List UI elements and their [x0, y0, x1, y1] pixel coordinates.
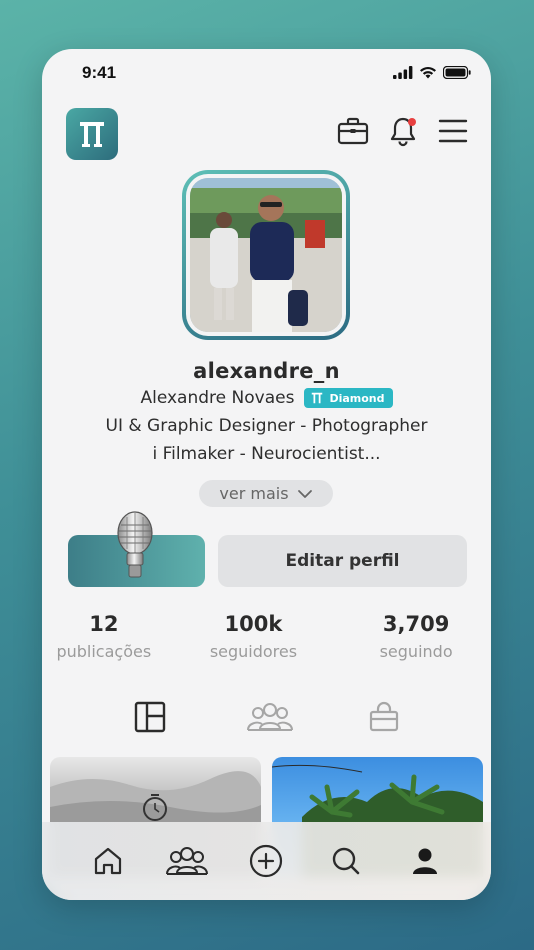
tab-posts[interactable]	[130, 697, 170, 737]
profile-icon	[413, 848, 438, 874]
microphone-icon	[117, 511, 153, 578]
stat-value: 3,709	[382, 612, 450, 636]
status-bar: 9:41	[42, 49, 491, 99]
stat-label: seguindo	[379, 642, 453, 661]
briefcase-button[interactable]	[337, 115, 369, 147]
header-actions	[337, 115, 469, 147]
status-icons	[393, 66, 471, 79]
bottom-navigation	[42, 822, 491, 900]
group-icon	[247, 703, 293, 731]
profile-username: alexandre_n	[193, 359, 340, 383]
stat-value: 100k	[224, 612, 283, 636]
stat-posts[interactable]: 12 publicações	[42, 612, 179, 661]
stat-followers[interactable]: 100k seguidores	[179, 612, 329, 661]
profile-stats: 12 publicações 100k seguidores 3,709 seg…	[42, 612, 491, 661]
app-logo[interactable]	[66, 108, 118, 160]
stat-label: seguidores	[209, 642, 298, 661]
status-time: 9:41	[82, 63, 117, 82]
phone-screen: 9:41 alexandre_n Alexandre Novaes Diamon…	[42, 49, 491, 900]
home-icon	[94, 847, 121, 875]
notification-dot	[408, 118, 416, 126]
stat-value: 12	[89, 612, 119, 636]
menu-button[interactable]	[437, 115, 469, 147]
nav-search[interactable]	[324, 839, 368, 883]
search-icon	[332, 847, 360, 875]
edit-profile-button[interactable]: Editar perfil	[218, 535, 467, 587]
see-more-button[interactable]: ver mais	[199, 480, 333, 507]
app-logo-icon	[80, 122, 104, 147]
stat-label: publicações	[56, 642, 152, 661]
profile-bio-line-2: i Filmaker - Neurocientist...	[152, 444, 381, 464]
nav-profile[interactable]	[403, 839, 447, 883]
name-row: Alexandre Novaes Diamond	[42, 388, 491, 408]
content-tabs	[42, 697, 491, 737]
nav-add[interactable]	[244, 839, 288, 883]
nav-home[interactable]	[86, 839, 130, 883]
battery-icon	[443, 66, 471, 79]
stat-following[interactable]: 3,709 seguindo	[341, 612, 491, 661]
microphone-button[interactable]	[111, 511, 159, 579]
badge-logo-icon	[312, 392, 323, 404]
notifications-button[interactable]	[387, 115, 419, 147]
profile-avatar[interactable]	[182, 170, 350, 340]
add-icon	[250, 844, 283, 878]
profile-full-name: Alexandre Novaes	[140, 388, 295, 408]
diamond-badge[interactable]: Diamond	[304, 388, 393, 408]
nav-community[interactable]	[165, 839, 209, 883]
wifi-icon	[420, 67, 436, 79]
avatar-photo	[190, 178, 342, 332]
chevron-down-icon	[297, 489, 312, 498]
badge-label: Diamond	[329, 391, 385, 405]
avatar-illustration	[190, 178, 342, 332]
menu-icon	[438, 119, 468, 143]
tab-shop[interactable]	[364, 697, 404, 737]
community-icon	[166, 847, 209, 875]
see-more-label: ver mais	[219, 484, 289, 503]
signal-icon	[393, 66, 413, 79]
grid-layout-icon	[134, 701, 166, 733]
profile-bio-line-1: UI & Graphic Designer - Photographer	[105, 416, 428, 436]
shopping-bag-icon	[369, 701, 399, 732]
tab-community[interactable]	[246, 697, 294, 737]
briefcase-icon	[337, 117, 369, 145]
